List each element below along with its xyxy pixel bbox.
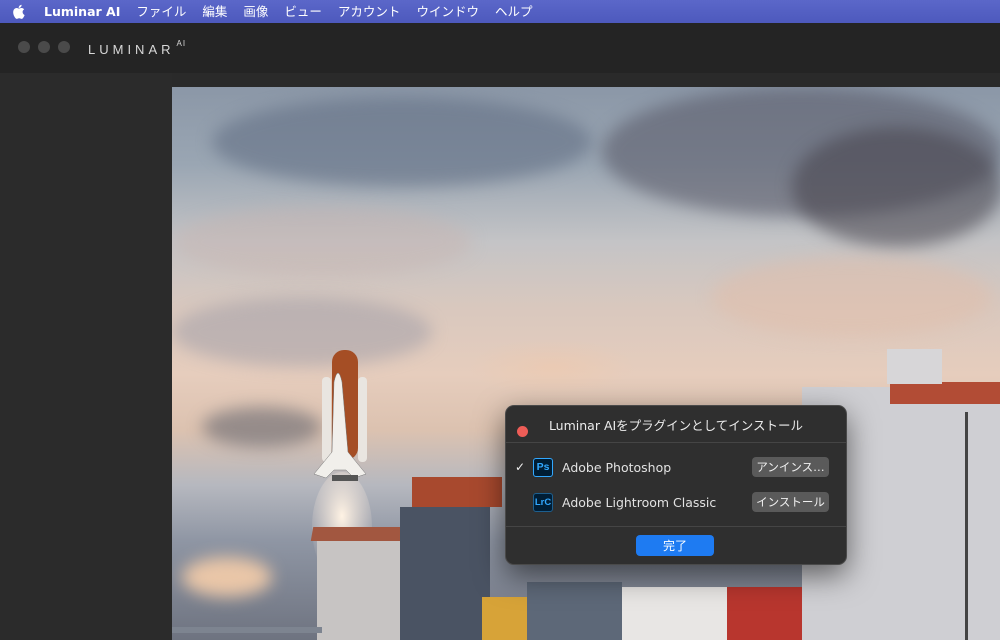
- left-panel: [0, 73, 172, 640]
- uninstall-photoshop-button[interactable]: アンインス…: [752, 457, 829, 477]
- building: [727, 587, 802, 640]
- menu-bar: Luminar AI ファイル 編集 画像 ビュー アカウント ウインドウ ヘル…: [0, 0, 1000, 23]
- building: [412, 477, 502, 507]
- checkmark-icon: ✓: [515, 460, 526, 474]
- lightroom-classic-icon: LrC: [533, 492, 553, 512]
- apple-logo-icon: [12, 4, 25, 19]
- bridge: [172, 627, 322, 633]
- plugin-name: Adobe Photoshop: [562, 459, 672, 475]
- window-minimize-button[interactable]: [38, 41, 50, 53]
- menu-app-name[interactable]: Luminar AI: [36, 0, 128, 23]
- app-window: LUMINAR AI Luminar AIをプラグインとしてインストール ✓ P…: [0, 23, 1000, 640]
- building: [310, 527, 404, 541]
- plugin-name: Adobe Lightroom Classic: [562, 494, 717, 510]
- menu-account[interactable]: アカウント: [330, 0, 409, 23]
- done-button[interactable]: 完了: [636, 535, 714, 556]
- divider: [506, 526, 846, 527]
- app-logo-text: LUMINAR: [88, 42, 175, 57]
- window-close-button[interactable]: [18, 41, 30, 53]
- divider: [506, 442, 846, 443]
- menu-file[interactable]: ファイル: [128, 0, 194, 23]
- install-lightroom-button[interactable]: インストール: [752, 492, 829, 512]
- building: [317, 537, 402, 640]
- plugin-install-dialog: Luminar AIをプラグインとしてインストール ✓ Ps Adobe Pho…: [505, 405, 847, 565]
- menu-edit[interactable]: 編集: [194, 0, 235, 23]
- dialog-title: Luminar AIをプラグインとしてインストール: [548, 418, 804, 433]
- window-controls: [18, 41, 70, 53]
- booster-right: [358, 377, 367, 462]
- building: [527, 582, 622, 640]
- building: [890, 382, 1000, 404]
- menu-window[interactable]: ウインドウ: [408, 0, 487, 23]
- plugin-row-lightroom: LrC Adobe Lightroom Classic インストール: [506, 489, 846, 515]
- menu-help[interactable]: ヘルプ: [487, 0, 541, 23]
- booster-left: [322, 377, 331, 462]
- building: [622, 587, 727, 640]
- app-logo: LUMINAR AI: [88, 39, 186, 57]
- photoshop-icon: Ps: [533, 457, 553, 477]
- title-bar: LUMINAR AI: [0, 23, 1000, 73]
- street-lamp: [965, 412, 968, 640]
- building: [482, 597, 527, 640]
- building: [400, 507, 490, 640]
- building: [887, 349, 942, 384]
- menu-image[interactable]: 画像: [235, 0, 276, 23]
- orbiter-engines: [332, 475, 358, 481]
- app-logo-suffix: AI: [176, 39, 187, 48]
- window-zoom-button[interactable]: [58, 41, 70, 53]
- plugin-row-photoshop: ✓ Ps Adobe Photoshop アンインス…: [506, 454, 846, 480]
- menu-view[interactable]: ビュー: [276, 0, 330, 23]
- apple-menu[interactable]: [0, 4, 36, 19]
